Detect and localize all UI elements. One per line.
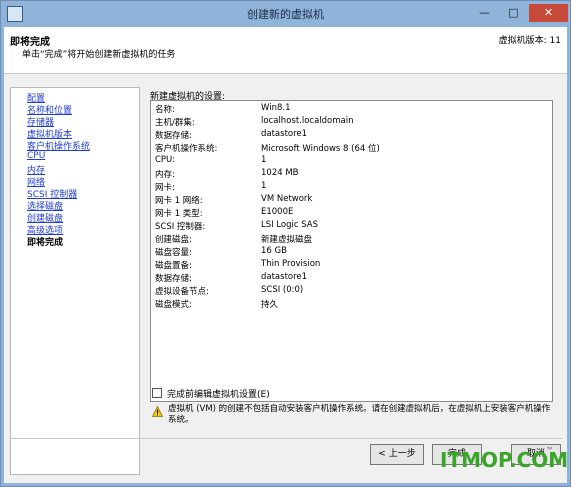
page-subtitle: 单击“完成”将开始创建新虚拟机的任务 (22, 50, 176, 60)
warning-icon (152, 406, 163, 417)
settings-value: 1024 MB (261, 168, 299, 178)
settings-row: 磁盘置备: Thin Provision (155, 259, 535, 272)
settings-value: LSI Logic SAS (261, 220, 319, 230)
settings-value: E1000E (261, 207, 294, 217)
settings-key: 网卡: (155, 183, 175, 193)
settings-row: 磁盘容量: 16 GB (155, 246, 535, 259)
settings-key: 创建磁盘: (155, 235, 192, 245)
settings-row: 网卡 1 网络: VM Network (155, 194, 535, 207)
wizard-header: 即将完成 单击“完成”将开始创建新虚拟机的任务 虚拟机版本: 11 (4, 27, 567, 74)
settings-row: 内存: 1024 MB (155, 168, 535, 181)
back-button[interactable]: < 上一步 (370, 444, 424, 465)
settings-value: 新建虚拟磁盘 (261, 235, 313, 245)
settings-row: 虚拟设备节点: SCSI (0:0) (155, 285, 535, 298)
nav-item-cpu[interactable]: CPU (27, 151, 45, 161)
settings-key: 网卡 1 网络: (155, 196, 203, 206)
wizard-body: 即将完成 单击“完成”将开始创建新虚拟机的任务 虚拟机版本: 11 配置 名称和… (4, 27, 567, 483)
settings-value: 持久 (261, 300, 279, 310)
settings-value: 1 (261, 155, 267, 165)
settings-row: 名称: Win8.1 (155, 103, 535, 116)
edit-settings-checkbox[interactable] (152, 388, 162, 398)
close-button[interactable]: ✕ (529, 4, 568, 22)
footer-divider (9, 438, 562, 439)
settings-value: datastore1 (261, 129, 308, 139)
wizard-steps-nav: 配置 名称和位置 存储器 虚拟机版本 客户机操作系统 CPU 内存 网络 SCS… (10, 87, 140, 475)
warning-text: 虚拟机 (VM) 的创建不包括自动安装客户机操作系统。请在创建虚拟机后，在虚拟机… (168, 404, 551, 425)
minimize-button[interactable]: — (471, 4, 498, 22)
settings-value: Microsoft Windows 8 (64 位) (261, 144, 380, 154)
settings-row: 网卡 1 类型: E1000E (155, 207, 535, 220)
settings-value: localhost.localdomain (261, 116, 354, 126)
title-bar[interactable]: 创建新的虚拟机 — □ ✕ (1, 1, 570, 27)
settings-value: VM Network (261, 194, 313, 204)
settings-value: Win8.1 (261, 103, 291, 113)
watermark-trademark: ™ (546, 446, 554, 455)
settings-value: 16 GB (261, 246, 287, 256)
page-title: 即将完成 (10, 37, 50, 48)
nav-item-ready-to-complete: 即将完成 (27, 238, 64, 248)
settings-value: SCSI (0:0) (261, 285, 304, 295)
settings-summary-box: 名称: Win8.1 主机/群集: localhost.localdomain 数据… (150, 100, 553, 402)
settings-key: 网卡 1 类型: (155, 209, 203, 219)
settings-key: 客户机操作系统: (155, 144, 218, 154)
maximize-button[interactable]: □ (500, 4, 527, 22)
settings-key: 虚拟设备节点: (155, 287, 209, 297)
settings-row: 数据存储: datastore1 (155, 129, 535, 142)
settings-key: 主机/群集: (155, 118, 195, 128)
settings-key: 内存: (155, 170, 175, 180)
settings-key: 磁盘模式: (155, 300, 192, 310)
settings-row: 磁盘模式: 持久 (155, 298, 535, 311)
settings-row: 网卡: 1 (155, 181, 535, 194)
settings-key: 磁盘置备: (155, 261, 192, 271)
settings-key: 数据存储: (155, 274, 192, 284)
settings-row: CPU: 1 (155, 155, 535, 168)
settings-key: CPU: (155, 155, 176, 165)
settings-row: 主机/群集: localhost.localdomain (155, 116, 535, 129)
vm-version-label: 虚拟机版本: 11 (498, 36, 561, 46)
settings-row: 客户机操作系统: Microsoft Windows 8 (64 位) (155, 142, 535, 155)
settings-value: Thin Provision (261, 259, 321, 269)
settings-value: datastore1 (261, 272, 308, 282)
settings-row: 数据存储: datastore1 (155, 272, 535, 285)
wizard-window: 创建新的虚拟机 — □ ✕ 即将完成 单击“完成”将开始创建新虚拟机的任务 虚拟… (0, 0, 571, 487)
edit-settings-checkbox-label[interactable]: 完成前编辑虚拟机设置(E) (167, 387, 270, 400)
settings-key: 磁盘容量: (155, 248, 192, 258)
settings-key: 数据存储: (155, 131, 192, 141)
settings-value: 1 (261, 181, 267, 191)
settings-key: 名称: (155, 105, 175, 115)
settings-row: 创建磁盘: 新建虚拟磁盘 (155, 233, 535, 246)
settings-row: SCSI 控制器: LSI Logic SAS (155, 220, 535, 233)
settings-key: SCSI 控制器: (155, 222, 206, 232)
